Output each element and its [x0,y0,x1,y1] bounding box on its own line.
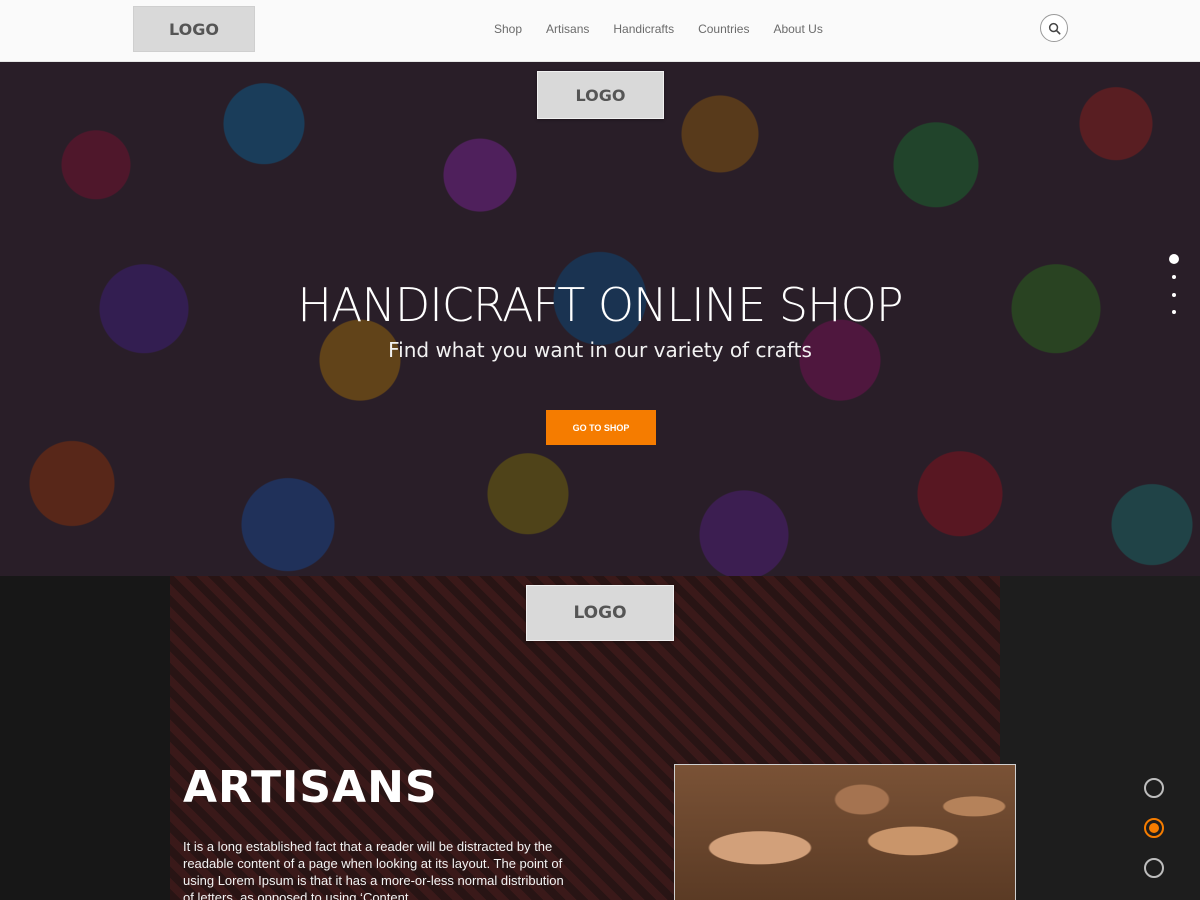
nav-logo[interactable]: LOGO [133,6,255,52]
nav-link-about-us[interactable]: About Us [761,20,834,38]
search-button[interactable] [1040,14,1068,42]
artisans-title: ARTISANS [183,762,438,813]
slide-dot-4[interactable] [1172,310,1176,314]
section-dot-1[interactable] [1144,778,1164,798]
slide-dot-1[interactable] [1169,254,1179,264]
hero-logo: LOGO [537,71,664,119]
hero-section: LOGO HANDICRAFT ONLINE SHOP Find what yo… [0,62,1200,576]
top-navbar: LOGO Shop Artisans Handicrafts Countries… [0,0,1200,62]
nav-link-shop[interactable]: Shop [482,20,534,38]
section-dot-2[interactable] [1144,818,1164,838]
main-navigation: Shop Artisans Handicrafts Countries Abou… [482,20,835,38]
section-dot-3[interactable] [1144,858,1164,878]
search-icon [1048,22,1061,35]
artisans-description: It is a long established fact that a rea… [183,839,564,900]
nav-link-artisans[interactable]: Artisans [534,20,601,38]
hero-subtitle: Find what you want in our variety of cra… [388,338,812,362]
artisans-section: LOGO ARTISANS It is a long established f… [0,576,1200,900]
slide-dot-2[interactable] [1172,275,1176,279]
slide-dot-3[interactable] [1172,293,1176,297]
pottery-photo [674,764,1016,900]
go-to-shop-button[interactable]: GO TO SHOP [546,410,656,445]
artisans-logo: LOGO [526,585,674,641]
nav-link-countries[interactable]: Countries [686,20,761,38]
nav-link-handicrafts[interactable]: Handicrafts [601,20,686,38]
hero-title: HANDICRAFT ONLINE SHOP [297,278,903,332]
